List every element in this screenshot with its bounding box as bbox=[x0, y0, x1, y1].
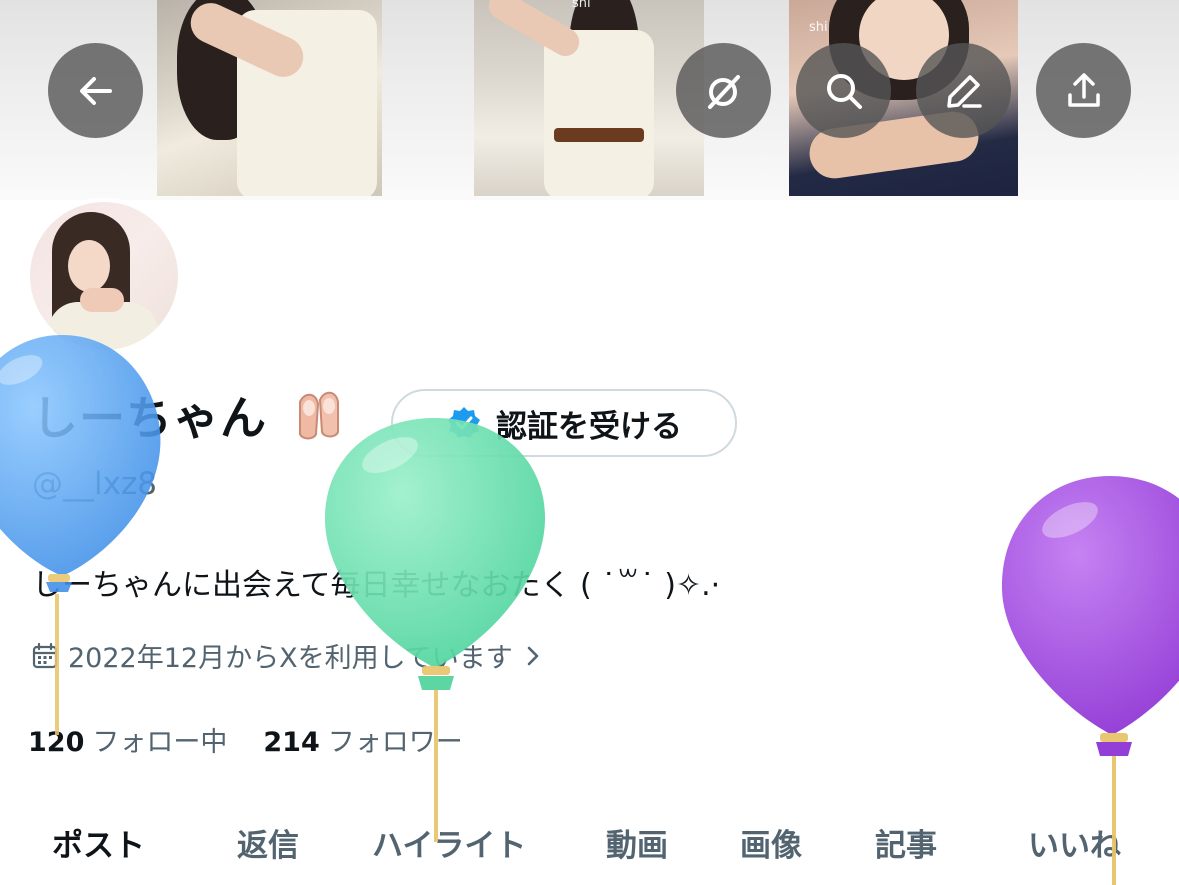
joined-date-link[interactable]: 2022年12月からXを利用しています bbox=[32, 636, 543, 675]
banner-watermark: shi bbox=[809, 20, 828, 35]
tab-posts[interactable]: ポスト bbox=[52, 820, 145, 865]
chevron-right-icon bbox=[527, 646, 539, 665]
profile-name: しーちゃん bbox=[32, 384, 348, 450]
grok-icon bbox=[707, 74, 740, 109]
tab-photos[interactable]: 画像 bbox=[740, 820, 802, 865]
profile-handle: @__lxz8 bbox=[32, 466, 157, 502]
tab-replies[interactable]: 返信 bbox=[237, 820, 299, 865]
avatar[interactable] bbox=[26, 198, 182, 354]
profile-bio: しーちゃんに出会えて毎日幸せなおたく ( ˙꒳​˙ )✧.· bbox=[32, 568, 721, 603]
grok-button[interactable] bbox=[676, 43, 771, 138]
verified-badge-icon bbox=[448, 407, 480, 438]
search-icon bbox=[826, 73, 862, 109]
back-button[interactable] bbox=[48, 43, 143, 138]
ballet-shoes-emoji-icon bbox=[299, 391, 340, 440]
edit-button[interactable] bbox=[916, 43, 1011, 138]
tab-videos[interactable]: 動画 bbox=[606, 820, 668, 865]
following-label[interactable]: フォロー中 bbox=[92, 720, 227, 759]
avatar-photo bbox=[30, 202, 178, 350]
profile-name-text: しーちゃん bbox=[32, 391, 267, 445]
tab-highlights[interactable]: ハイライト bbox=[372, 820, 526, 865]
joined-date-text: 2022年12月からXを利用しています bbox=[68, 643, 513, 674]
following-count[interactable]: 120 bbox=[28, 727, 84, 758]
get-verified-button[interactable]: 認証を受ける bbox=[391, 389, 737, 457]
followers-count[interactable]: 214 bbox=[263, 727, 319, 758]
get-verified-label: 認証を受ける bbox=[496, 408, 682, 445]
tab-articles[interactable]: 記事 bbox=[875, 820, 937, 865]
banner-photo-1 bbox=[157, 0, 382, 196]
followers-label[interactable]: フォロワー bbox=[328, 720, 463, 759]
banner-photo-2: shi bbox=[474, 0, 704, 196]
back-arrow-icon bbox=[79, 76, 112, 105]
follow-stats: 120 フォロー中 214 フォロワー bbox=[28, 720, 463, 759]
banner-watermark: shi bbox=[572, 0, 591, 11]
calendar-icon bbox=[32, 642, 58, 668]
tab-likes[interactable]: いいね bbox=[1028, 820, 1121, 865]
share-button[interactable] bbox=[1036, 43, 1131, 138]
edit-icon bbox=[946, 74, 982, 108]
share-icon bbox=[1067, 72, 1100, 107]
search-button[interactable] bbox=[796, 43, 891, 138]
green-balloon bbox=[324, 418, 546, 842]
